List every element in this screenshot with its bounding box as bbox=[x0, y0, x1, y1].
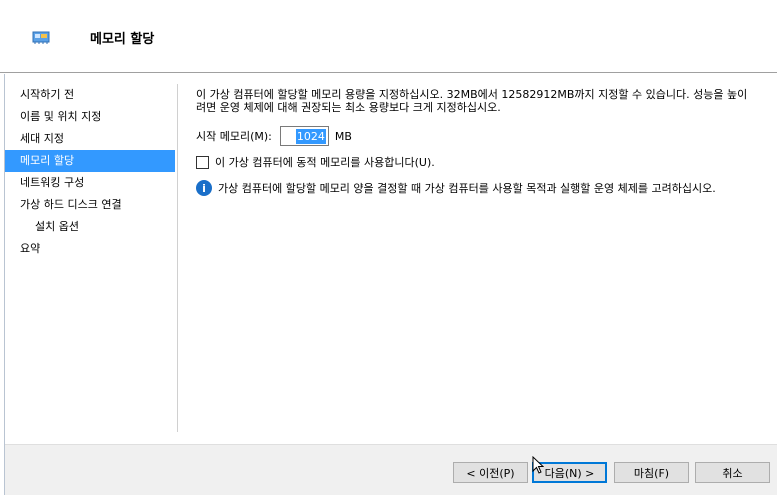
info-text: 가상 컴퓨터에 할당할 메모리 양을 결정할 때 가상 컴퓨터를 사용할 목적과… bbox=[218, 182, 716, 195]
previous-button[interactable]: < 이전(P) bbox=[453, 462, 528, 483]
nav-divider bbox=[177, 84, 178, 432]
nav-item-generation[interactable]: 세대 지정 bbox=[5, 128, 175, 150]
dynamic-memory-checkbox[interactable] bbox=[196, 155, 209, 169]
nav-item-installation-options[interactable]: 설치 옵션 bbox=[5, 216, 175, 238]
startup-memory-row: 시작 메모리(M): 1024 MB bbox=[196, 126, 352, 146]
nav-item-name-location[interactable]: 이름 및 위치 지정 bbox=[5, 106, 175, 128]
info-icon: i bbox=[196, 180, 212, 196]
wizard-step-list: 시작하기 전 이름 및 위치 지정 세대 지정 메모리 할당 네트워킹 구성 가… bbox=[5, 84, 175, 260]
nav-item-summary[interactable]: 요약 bbox=[5, 238, 175, 260]
finish-button[interactable]: 마침(F) bbox=[614, 462, 689, 483]
description-line-1: 이 가상 컴퓨터에 할당할 메모리 용량을 지정하십시오. 32MB에서 125… bbox=[196, 88, 748, 101]
wizard-header: 메모리 할당 bbox=[0, 0, 777, 73]
nav-item-virtual-hard-disk[interactable]: 가상 하드 디스크 연결 bbox=[5, 194, 175, 216]
window-left-border bbox=[4, 74, 5, 495]
nav-item-networking[interactable]: 네트워킹 구성 bbox=[5, 172, 175, 194]
dynamic-memory-row: 이 가상 컴퓨터에 동적 메모리를 사용합니다(U). bbox=[196, 154, 435, 170]
description-line-2: 려면 운영 체제에 대해 권장되는 최소 용량보다 크게 지정하십시오. bbox=[196, 101, 501, 114]
startup-memory-unit: MB bbox=[334, 129, 352, 143]
page-title: 메모리 할당 bbox=[90, 32, 155, 47]
cancel-button[interactable]: 취소 bbox=[695, 462, 770, 483]
startup-memory-label: 시작 메모리(M): bbox=[196, 130, 272, 143]
memory-settings-panel: 이 가상 컴퓨터에 할당할 메모리 용량을 지정하십시오. 32MB에서 125… bbox=[196, 88, 766, 196]
startup-memory-input[interactable]: 1024 bbox=[279, 126, 329, 146]
nav-item-memory[interactable]: 메모리 할당 bbox=[5, 150, 175, 172]
info-note: i 가상 컴퓨터에 할당할 메모리 양을 결정할 때 가상 컴퓨터를 사용할 목… bbox=[196, 180, 766, 196]
mouse-cursor-icon bbox=[532, 456, 544, 474]
startup-memory-value: 1024 bbox=[295, 128, 326, 144]
nav-item-before-you-begin[interactable]: 시작하기 전 bbox=[5, 84, 175, 106]
wizard-body: 시작하기 전 이름 및 위치 지정 세대 지정 메모리 할당 네트워킹 구성 가… bbox=[0, 74, 777, 495]
dynamic-memory-label[interactable]: 이 가상 컴퓨터에 동적 메모리를 사용합니다(U). bbox=[215, 154, 435, 170]
memory-chip-icon bbox=[32, 31, 50, 44]
wizard-footer: < 이전(P) 다음(N) > 마침(F) 취소 bbox=[5, 444, 777, 495]
